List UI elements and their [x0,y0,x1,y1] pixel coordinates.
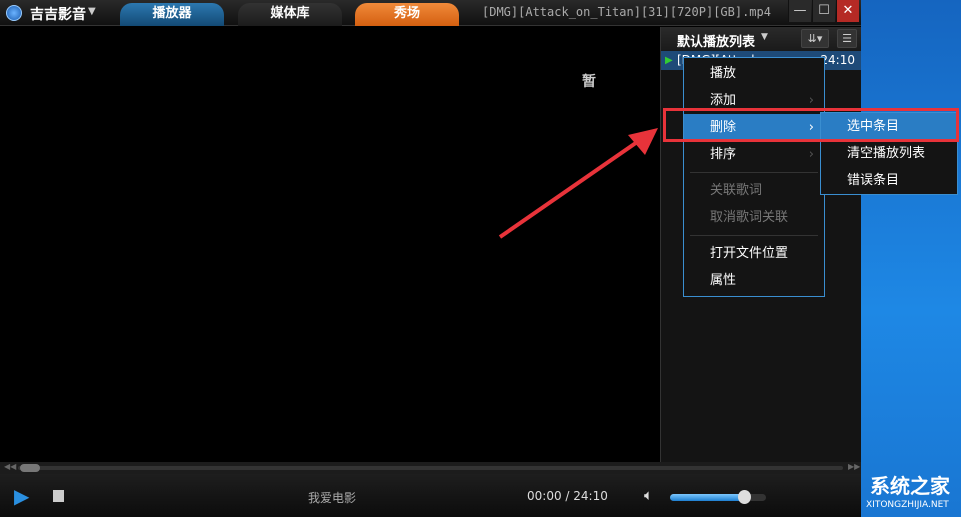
watermark-url: XITONGZHIJIA.NET [866,500,949,510]
annotation-arrow [498,128,658,239]
watermark-text: 系统之家 [870,474,950,498]
